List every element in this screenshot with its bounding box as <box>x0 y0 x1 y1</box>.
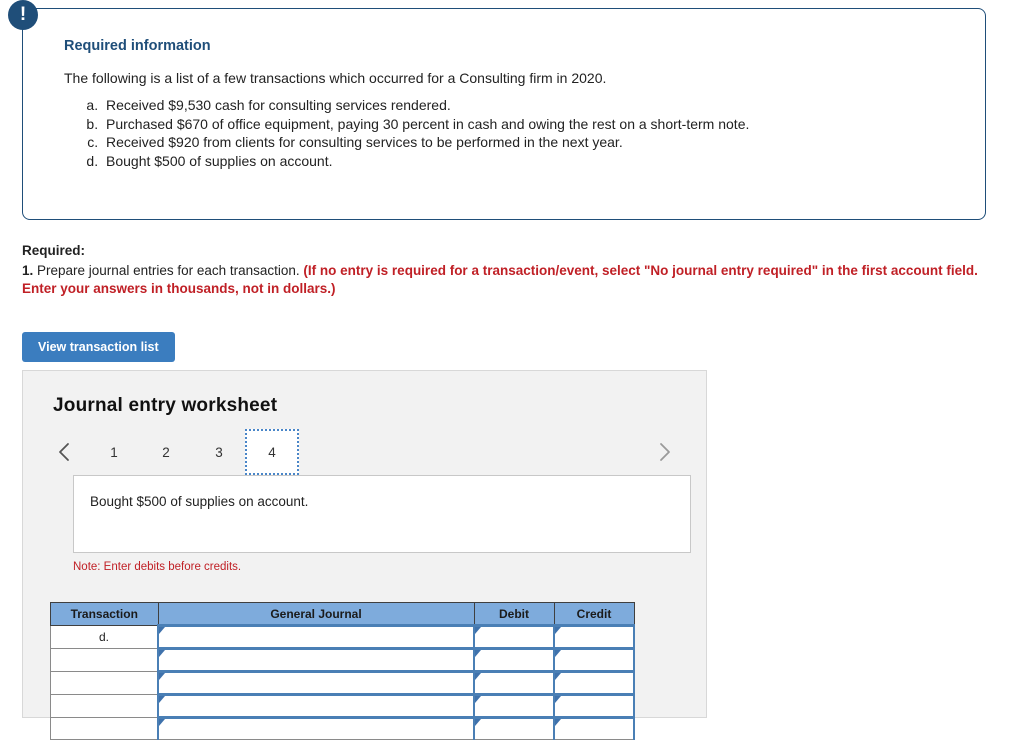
worksheet-tab-1[interactable]: 1 <box>87 429 141 475</box>
requirement-number: 1. <box>22 263 34 278</box>
input-credit[interactable] <box>553 693 635 718</box>
list-item: Bought $500 of supplies on account. <box>102 152 962 171</box>
required-information-content: Required information The following is a … <box>64 38 962 170</box>
dropdown-corner-icon <box>555 719 561 726</box>
dropdown-corner-icon <box>475 673 481 680</box>
dropdown-corner-icon <box>159 673 165 680</box>
journal-entry-table: Transaction General Journal Debit Credit… <box>50 602 635 740</box>
dropdown-corner-icon <box>475 696 481 703</box>
exclamation-glyph: ! <box>19 4 27 25</box>
dropdown-corner-icon <box>475 650 481 657</box>
input-general-journal[interactable] <box>157 647 475 672</box>
dropdown-corner-icon <box>159 650 165 657</box>
input-debit[interactable] <box>473 670 555 695</box>
column-header-transaction: Transaction <box>50 602 159 626</box>
column-header-debit: Debit <box>473 602 555 626</box>
cell-transaction: d. <box>50 625 159 649</box>
cell-transaction <box>50 694 159 718</box>
table-row: d. <box>50 624 635 649</box>
cell-transaction <box>50 671 159 695</box>
worksheet-pager: 1 2 3 4 <box>49 429 679 477</box>
dropdown-corner-icon <box>475 719 481 726</box>
dropdown-corner-icon <box>159 696 165 703</box>
required-instructions: Required: 1. Prepare journal entries for… <box>22 242 1012 298</box>
required-label: Required: <box>22 243 86 258</box>
input-general-journal[interactable] <box>157 693 475 718</box>
required-information-panel: ! Required information The following is … <box>8 0 986 220</box>
input-credit[interactable] <box>553 624 635 649</box>
table-body: d. <box>50 624 635 740</box>
list-item: Received $9,530 cash for consulting serv… <box>102 96 962 115</box>
dropdown-corner-icon <box>555 673 561 680</box>
chevron-right-icon[interactable] <box>649 429 679 475</box>
required-information-lead: The following is a list of a few transac… <box>64 70 607 86</box>
input-credit[interactable] <box>553 647 635 672</box>
dropdown-corner-icon <box>555 696 561 703</box>
chevron-left-icon[interactable] <box>49 429 79 475</box>
requirement-text: Prepare journal entries for each transac… <box>33 263 304 278</box>
worksheet-tab-3[interactable]: 3 <box>192 429 246 475</box>
table-header-row: Transaction General Journal Debit Credit <box>50 602 635 626</box>
input-debit[interactable] <box>473 647 555 672</box>
table-row <box>50 693 635 718</box>
transaction-description-text: Bought $500 of supplies on account. <box>90 494 309 509</box>
column-header-credit: Credit <box>553 602 635 626</box>
column-header-general-journal: General Journal <box>157 602 475 626</box>
input-debit[interactable] <box>473 624 555 649</box>
dropdown-corner-icon <box>159 719 165 726</box>
worksheet-title: Journal entry worksheet <box>53 395 278 416</box>
input-general-journal[interactable] <box>157 670 475 695</box>
dropdown-corner-icon <box>159 627 165 634</box>
input-general-journal[interactable] <box>157 624 475 649</box>
exclamation-icon: ! <box>8 0 38 30</box>
required-information-title: Required information <box>64 38 211 54</box>
input-debit[interactable] <box>473 716 555 740</box>
transaction-description-box: Bought $500 of supplies on account. <box>73 475 691 553</box>
input-general-journal[interactable] <box>157 716 475 740</box>
dropdown-corner-icon <box>555 627 561 634</box>
view-transaction-list-button[interactable]: View transaction list <box>22 332 175 362</box>
table-row <box>50 647 635 672</box>
worksheet-tab-4[interactable]: 4 <box>245 429 299 475</box>
input-credit[interactable] <box>553 716 635 740</box>
debits-before-credits-note: Note: Enter debits before credits. <box>73 561 242 573</box>
transaction-list: Received $9,530 cash for consulting serv… <box>64 96 962 170</box>
cell-transaction <box>50 717 159 740</box>
input-debit[interactable] <box>473 693 555 718</box>
dropdown-corner-icon <box>555 650 561 657</box>
list-item: Purchased $670 of office equipment, payi… <box>102 115 962 134</box>
table-row <box>50 716 635 740</box>
input-credit[interactable] <box>553 670 635 695</box>
dropdown-corner-icon <box>475 627 481 634</box>
table-row <box>50 670 635 695</box>
worksheet-tab-2[interactable]: 2 <box>139 429 193 475</box>
cell-transaction <box>50 648 159 672</box>
list-item: Received $920 from clients for consultin… <box>102 133 962 152</box>
